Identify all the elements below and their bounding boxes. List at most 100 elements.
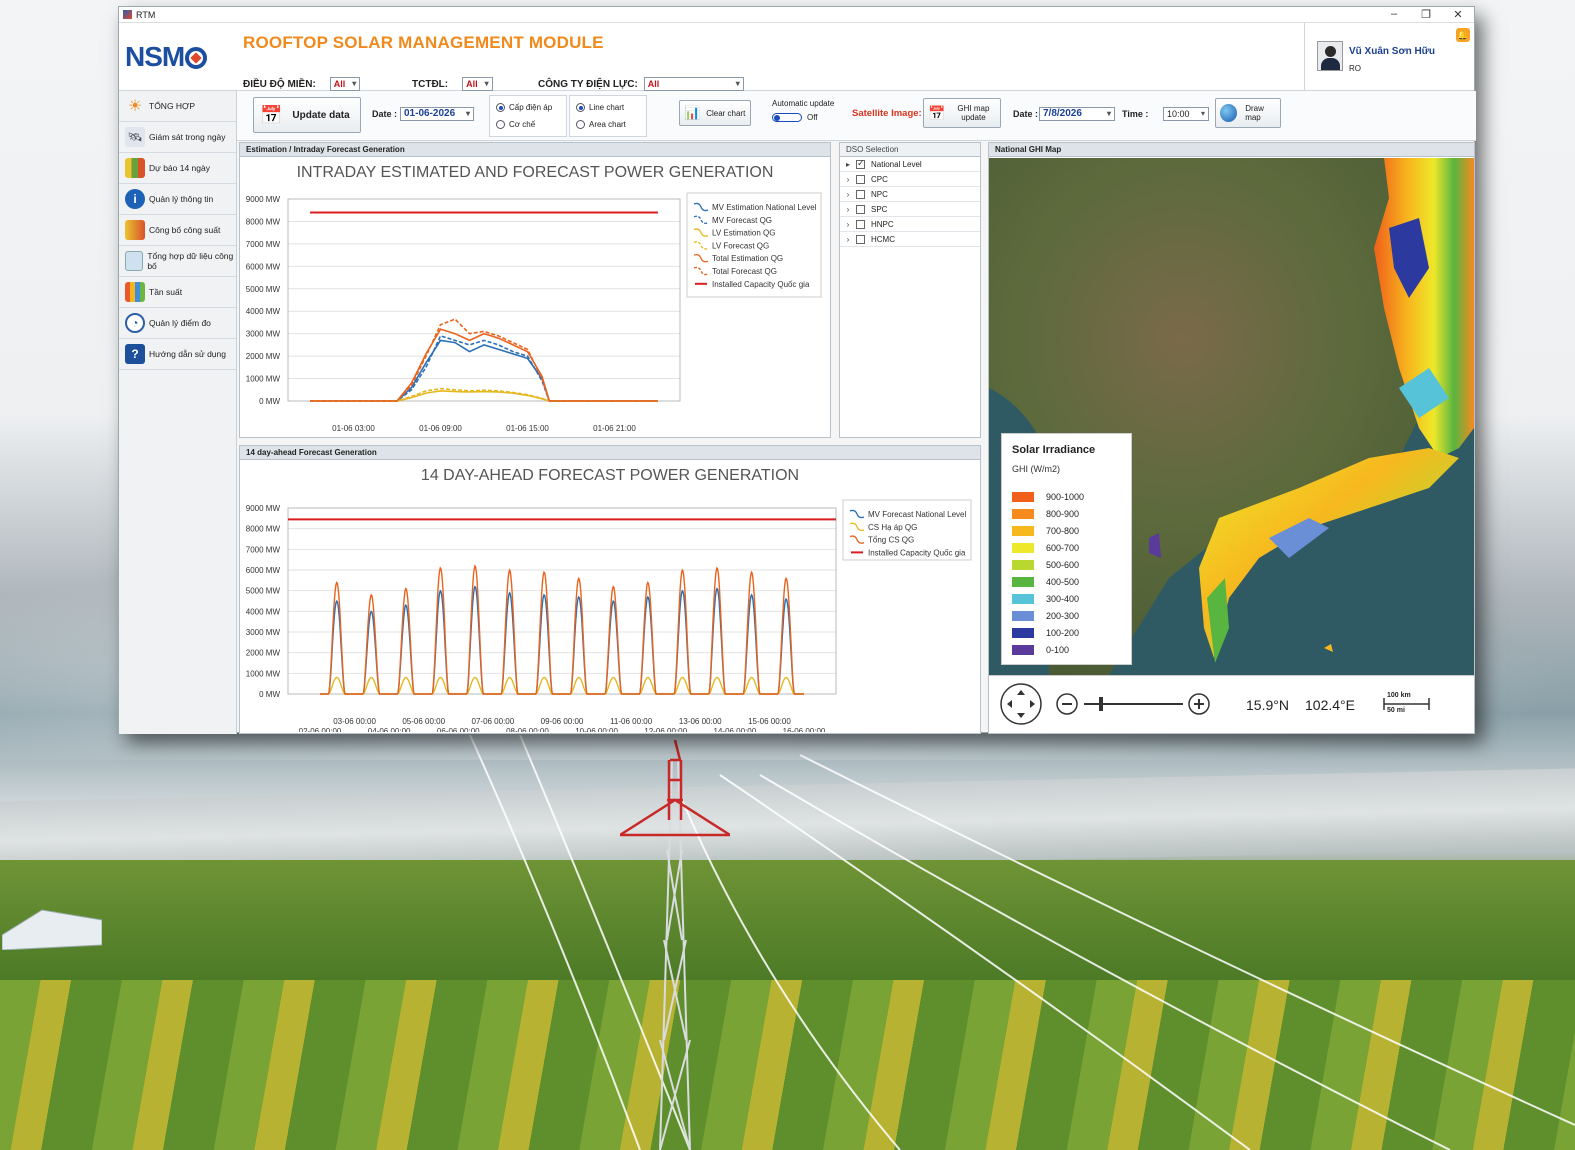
x-tick-label: 13-06 00:00: [679, 717, 722, 726]
expand-chevron-icon[interactable]: ›: [840, 175, 856, 184]
legend-row: 300-400: [1012, 590, 1121, 607]
sidebar-item-tong-hop-du-lieu[interactable]: Tổng hợp dữ liệu công bố: [119, 246, 236, 277]
radio-area-chart[interactable]: Area chart: [570, 116, 646, 133]
zoom-slider[interactable]: [1084, 697, 1183, 711]
x-tick-label: 12-06 00:00: [644, 727, 687, 732]
minimize-button[interactable]: –: [1378, 8, 1410, 21]
filter-label: TCTĐL:: [412, 78, 449, 90]
radio-co-che[interactable]: Cơ chế: [490, 116, 566, 133]
clear-chart-button[interactable]: 📊 Clear chart: [679, 100, 751, 126]
cong-ty-dien-luc-select[interactable]: All: [643, 77, 744, 91]
series-line-lv-forecast-qg: [310, 387, 658, 402]
dso-item-national-level[interactable]: ▸ National Level: [840, 157, 980, 172]
dso-checkbox[interactable]: [856, 219, 865, 229]
map-date-picker[interactable]: 7/8/2026: [1039, 107, 1115, 121]
y-tick-label: 6000 MW: [246, 262, 281, 271]
legend-label: 400-500: [1046, 576, 1080, 587]
dso-item-hnpc[interactable]: › HNPC: [840, 217, 980, 232]
x-tick-label: 10-06 00:00: [575, 727, 618, 732]
ghi-map[interactable]: Solar Irradiance GHI (W/m2) 900-1000 800-…: [989, 158, 1474, 675]
data-summary-icon: [125, 251, 144, 271]
legend-entry: Total Forecast QG: [712, 267, 777, 276]
tctdl-select[interactable]: All: [462, 77, 493, 91]
sidebar-item-quan-ly-thong-tin[interactable]: i Quản lý thông tin: [119, 184, 236, 215]
intraday-panel: Estimation / Intraday Forecast Generatio…: [239, 142, 831, 438]
legend-swatch: [1012, 559, 1034, 570]
dayahead-panel: 14 day-ahead Forecast Generation 14 DAY-…: [239, 445, 981, 734]
satellite-image-label: Satellite Image:: [852, 108, 922, 119]
dso-checkbox[interactable]: [856, 234, 865, 244]
dso-item-hcmc[interactable]: › HCMC: [840, 232, 980, 247]
sidebar-item-label: Tổng hợp dữ liệu công bố: [147, 251, 234, 271]
close-button[interactable]: ✕: [1442, 8, 1474, 21]
x-tick-label: 01-06 03:00: [332, 424, 375, 433]
dso-header: DSO Selection: [840, 143, 980, 157]
sidebar-item-label: TỔNG HỢP: [149, 101, 196, 111]
expand-chevron-icon[interactable]: ▸: [840, 160, 856, 169]
dso-item-cpc[interactable]: › CPC: [840, 172, 980, 187]
legend-label: 600-700: [1046, 542, 1080, 553]
frequency-icon: [125, 282, 145, 302]
sidebar-item-giam-sat[interactable]: 🛰 Giám sát trong ngày: [119, 122, 236, 153]
filter-label: CÔNG TY ĐIỆN LỰC:: [538, 78, 638, 90]
update-data-button[interactable]: 📅 Update data: [253, 97, 361, 133]
nsmo-logo: NSM: [125, 41, 208, 73]
y-tick-label: 3000 MW: [246, 628, 281, 637]
sun-icon: ☀: [127, 98, 143, 115]
auto-update-toggle[interactable]: [772, 113, 802, 122]
series-line-total-forecast-qg: [310, 318, 658, 402]
sidebar-item-tan-suat[interactable]: Tần suất: [119, 277, 236, 308]
sidebar-item-cong-bo[interactable]: Công bố công suất: [119, 215, 236, 246]
dso-item-spc[interactable]: › SPC: [840, 202, 980, 217]
dso-checkbox[interactable]: [856, 174, 865, 184]
expand-chevron-icon[interactable]: ›: [840, 190, 856, 199]
y-tick-label: 7000 MW: [246, 545, 281, 554]
sidebar-item-quan-ly-diem-do[interactable]: ◔ Quản lý điểm đo: [119, 308, 236, 339]
legend-row: 0-100: [1012, 641, 1121, 658]
maximize-button[interactable]: ❐: [1410, 8, 1442, 21]
legend-entry: CS Hạ áp QG: [868, 523, 917, 532]
draw-map-button[interactable]: Draw map: [1215, 98, 1281, 128]
dayahead-panel-header: 14 day-ahead Forecast Generation: [240, 446, 980, 460]
legend-entry: Installed Capacity Quốc gia: [868, 548, 966, 557]
map-controls-graphics: [1000, 683, 1430, 725]
date-picker[interactable]: 01-06-2026: [400, 107, 474, 121]
y-tick-label: 6000 MW: [246, 566, 281, 575]
sidebar-item-huong-dan[interactable]: ? Hướng dẫn sử dụng: [119, 339, 236, 370]
expand-chevron-icon[interactable]: ›: [840, 205, 856, 214]
dso-item-label: NPC: [871, 189, 888, 199]
legend-row: 900-1000: [1012, 488, 1121, 505]
y-tick-label: 4000 MW: [246, 307, 281, 316]
sidebar-item-tong-hop[interactable]: ☀ TỔNG HỢP: [119, 91, 236, 122]
dso-checkbox[interactable]: [856, 158, 865, 169]
legend-row: 200-300: [1012, 607, 1121, 624]
time-picker[interactable]: 10:00: [1163, 107, 1209, 121]
dso-checkbox[interactable]: [856, 204, 865, 214]
user-name: Vũ Xuân Sơn Hữu: [1349, 46, 1436, 57]
filter-tctdl: TCTĐL: All: [412, 77, 493, 91]
dso-checkbox[interactable]: [856, 189, 865, 199]
legend-label: 300-400: [1046, 593, 1080, 604]
zoom-out-icon[interactable]: [1056, 693, 1078, 715]
map-controls: 15.9°N 102.4°E 100 km 50 mi: [989, 675, 1474, 732]
dso-item-npc[interactable]: › NPC: [840, 187, 980, 202]
zoom-in-icon[interactable]: [1188, 693, 1210, 715]
user-panel: Vũ Xuân Sơn Hữu RO 🔔: [1304, 23, 1474, 91]
bell-icon[interactable]: 🔔: [1456, 28, 1470, 42]
scale-mi-label: 50 mi: [1387, 707, 1405, 714]
pan-control-icon[interactable]: [1000, 683, 1042, 725]
expand-chevron-icon[interactable]: ›: [840, 220, 856, 229]
dieu-do-mien-select[interactable]: All: [329, 77, 361, 91]
radio-line-chart[interactable]: Line chart: [570, 99, 646, 116]
legend-label: 200-300: [1046, 610, 1080, 621]
ghi-map-update-button[interactable]: 📅 GHI map update: [923, 98, 1001, 128]
sidebar-item-du-bao[interactable]: Dự báo 14 ngày: [119, 153, 236, 184]
scale-km-label: 100 km: [1387, 692, 1411, 699]
ghi-update-label: GHI map update: [957, 104, 990, 122]
radio-cap-dien-ap[interactable]: Cấp điện áp: [490, 99, 566, 116]
y-tick-label: 7000 MW: [246, 240, 281, 249]
x-tick-label: 16-06 00:00: [783, 727, 826, 732]
expand-chevron-icon[interactable]: ›: [840, 235, 856, 244]
plot-frame: [287, 198, 681, 402]
avatar: [1317, 41, 1343, 71]
